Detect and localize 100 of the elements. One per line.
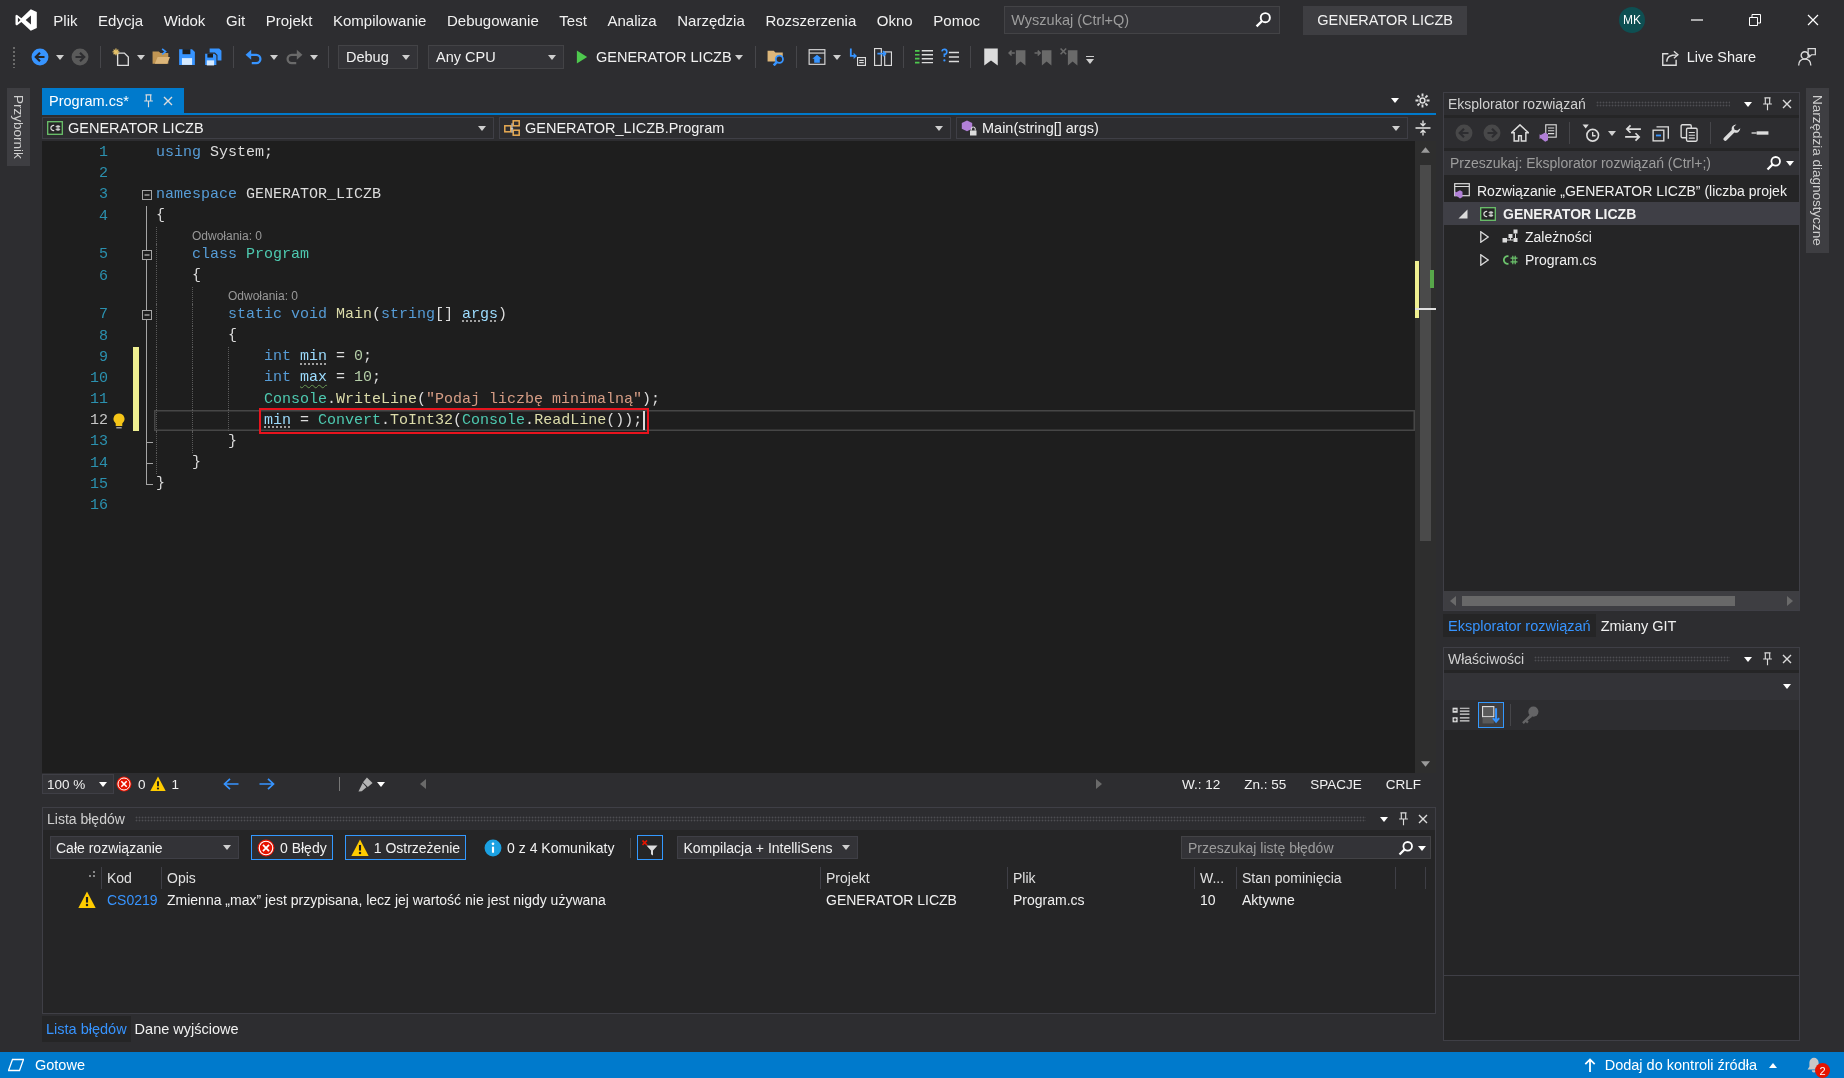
scroll-up-icon[interactable] (1421, 147, 1430, 153)
column-header[interactable]: Kod (102, 867, 162, 889)
collapse-all-icon[interactable] (1652, 124, 1670, 142)
user-avatar[interactable]: MK (1619, 7, 1645, 33)
home-icon[interactable] (1511, 124, 1529, 142)
search-field[interactable]: Wyszukaj (Ctrl+Q) (1004, 6, 1281, 34)
references-link[interactable]: Odwołania: 0 (192, 228, 263, 243)
caret-icon[interactable] (1418, 845, 1426, 852)
tree-item[interactable]: Rozwiązanie „GENERATOR LICZB” (liczba projek (1444, 179, 1799, 202)
menu-item[interactable]: Debugowanie (436, 5, 550, 35)
references-link[interactable]: Odwołania: 0 (228, 288, 299, 303)
expanded-arrow-icon[interactable] (1458, 208, 1468, 219)
column-header[interactable]: Opis (162, 867, 821, 889)
search-icon[interactable] (1255, 11, 1273, 28)
drag-grip[interactable] (1534, 656, 1730, 662)
member-dropdown[interactable]: Main(string[] args) (956, 117, 1408, 139)
brush-icon[interactable] (358, 776, 374, 792)
line-ending-indicator[interactable]: CRLF (1385, 776, 1421, 792)
menu-item[interactable]: Widok (153, 5, 216, 35)
caret-icon[interactable] (832, 53, 841, 61)
folder-magnifier-icon[interactable] (766, 48, 785, 66)
pin-icon[interactable] (1762, 652, 1773, 666)
scroll-down-icon[interactable] (1421, 761, 1430, 767)
home-window-icon[interactable] (807, 48, 826, 66)
menu-item[interactable]: Plik (43, 5, 88, 35)
close-icon[interactable] (1782, 654, 1792, 664)
menu-item[interactable]: Rozszerzenia (755, 5, 867, 35)
tree-item[interactable]: Program.cs (1444, 248, 1799, 271)
column-header[interactable]: Projekt (821, 867, 1008, 889)
menu-item[interactable]: Test (549, 5, 598, 35)
indentation-indicator[interactable]: SPACJE (1310, 776, 1362, 792)
project-dropdown[interactable]: GENERATOR LICZB (42, 117, 494, 139)
caret-icon[interactable] (1380, 815, 1388, 823)
filter-toggle-button[interactable]: 0 Błędy (251, 835, 333, 860)
panel-tab[interactable]: Eksplorator rozwiązań (1443, 614, 1596, 637)
error-count-button[interactable]: 0 (114, 774, 148, 794)
new-item-icon[interactable] (112, 48, 130, 66)
line-indicator[interactable]: W.: 12 (1181, 776, 1221, 792)
minus-box-icon[interactable] (142, 309, 152, 320)
caret-icon[interactable] (1744, 100, 1752, 108)
collapsed-arrow-icon[interactable] (1480, 253, 1489, 266)
wrench-icon[interactable] (1723, 124, 1741, 142)
arrow-right-icon[interactable] (259, 778, 276, 790)
lightbulb-icon[interactable] (113, 412, 125, 429)
search-icon[interactable] (1766, 155, 1782, 171)
platform-dropdown[interactable]: Any CPU (428, 45, 564, 69)
folder-icon[interactable] (152, 48, 170, 66)
column-indicator[interactable]: Zn.: 55 (1244, 776, 1287, 792)
menu-item[interactable]: Git (215, 5, 256, 35)
caret-icon[interactable] (1391, 97, 1399, 104)
overflow-icon[interactable] (1085, 56, 1094, 64)
bookmark-left-icon[interactable] (1007, 48, 1026, 66)
drag-grip[interactable] (1595, 101, 1730, 107)
caret-icon[interactable] (1608, 129, 1616, 137)
person-bubble-icon[interactable] (1798, 48, 1816, 66)
panel-tab[interactable]: Zmiany GIT (1595, 614, 1682, 637)
drag-grip[interactable] (134, 816, 1366, 822)
menu-item[interactable]: Kompilowanie (322, 5, 437, 35)
toolbox-tab[interactable]: Przybornik (7, 88, 30, 166)
bookmark-right-icon[interactable] (1033, 48, 1052, 66)
clock-icon[interactable] (1582, 124, 1600, 142)
search-field[interactable]: Przeszukaj: Eksplorator rozwiązań (Ctrl+;) (1444, 151, 1799, 175)
column-options-icon[interactable] (89, 871, 95, 877)
panel-tab[interactable]: Dane wyjściowe (130, 1016, 243, 1042)
collapsed-arrow-icon[interactable] (1480, 230, 1489, 243)
search-icon[interactable] (1398, 840, 1414, 856)
tree-item[interactable]: Zależności (1444, 225, 1799, 248)
panel-tab[interactable]: Lista błędów (42, 1016, 131, 1042)
settings-icon[interactable] (1415, 93, 1430, 108)
undo-icon[interactable] (245, 48, 263, 66)
column-header[interactable]: Stan pominięcia (1237, 867, 1396, 889)
pin-icon[interactable] (1398, 812, 1409, 826)
minus-box-icon[interactable] (142, 189, 152, 200)
save-icon[interactable] (178, 48, 196, 66)
configuration-dropdown[interactable]: Debug (338, 45, 418, 69)
start-button[interactable]: GENERATOR LICZB (574, 44, 748, 70)
redo-icon[interactable] (285, 48, 303, 66)
solution-page-icon[interactable] (1539, 124, 1557, 142)
diagnostic-tools-tab[interactable]: Narzędzia diagnostyczne (1806, 88, 1829, 253)
column-header[interactable]: Plik (1008, 867, 1195, 889)
split-icon[interactable] (1415, 120, 1431, 136)
caret-icon[interactable] (270, 53, 278, 61)
tree-item[interactable]: GENERATOR LICZB (1444, 202, 1799, 225)
list-lines-icon[interactable] (914, 48, 933, 66)
search-field[interactable]: Przeszukaj listę błędów (1181, 836, 1431, 859)
back-icon[interactable] (31, 48, 49, 66)
menu-item[interactable]: Analiza (597, 5, 667, 35)
menu-item[interactable]: Okno (866, 5, 923, 35)
scroll-right-icon[interactable] (1096, 779, 1103, 789)
error-code-link[interactable]: CS0219 (107, 892, 158, 908)
menu-item[interactable]: Pomoc (923, 5, 991, 35)
minus-box-icon[interactable] (142, 249, 152, 260)
caret-icon[interactable] (137, 53, 145, 61)
close-icon[interactable] (1418, 814, 1428, 824)
source-dropdown[interactable]: Kompilacja + IntelliSens (677, 836, 858, 859)
alphabetical-sort-button[interactable] (1478, 702, 1504, 728)
sync-arrows-icon[interactable] (1624, 124, 1642, 142)
menu-item[interactable]: Narzędzia (666, 5, 756, 35)
zoom-dropdown[interactable]: 100 % (42, 774, 114, 794)
close-icon[interactable] (1782, 99, 1792, 109)
